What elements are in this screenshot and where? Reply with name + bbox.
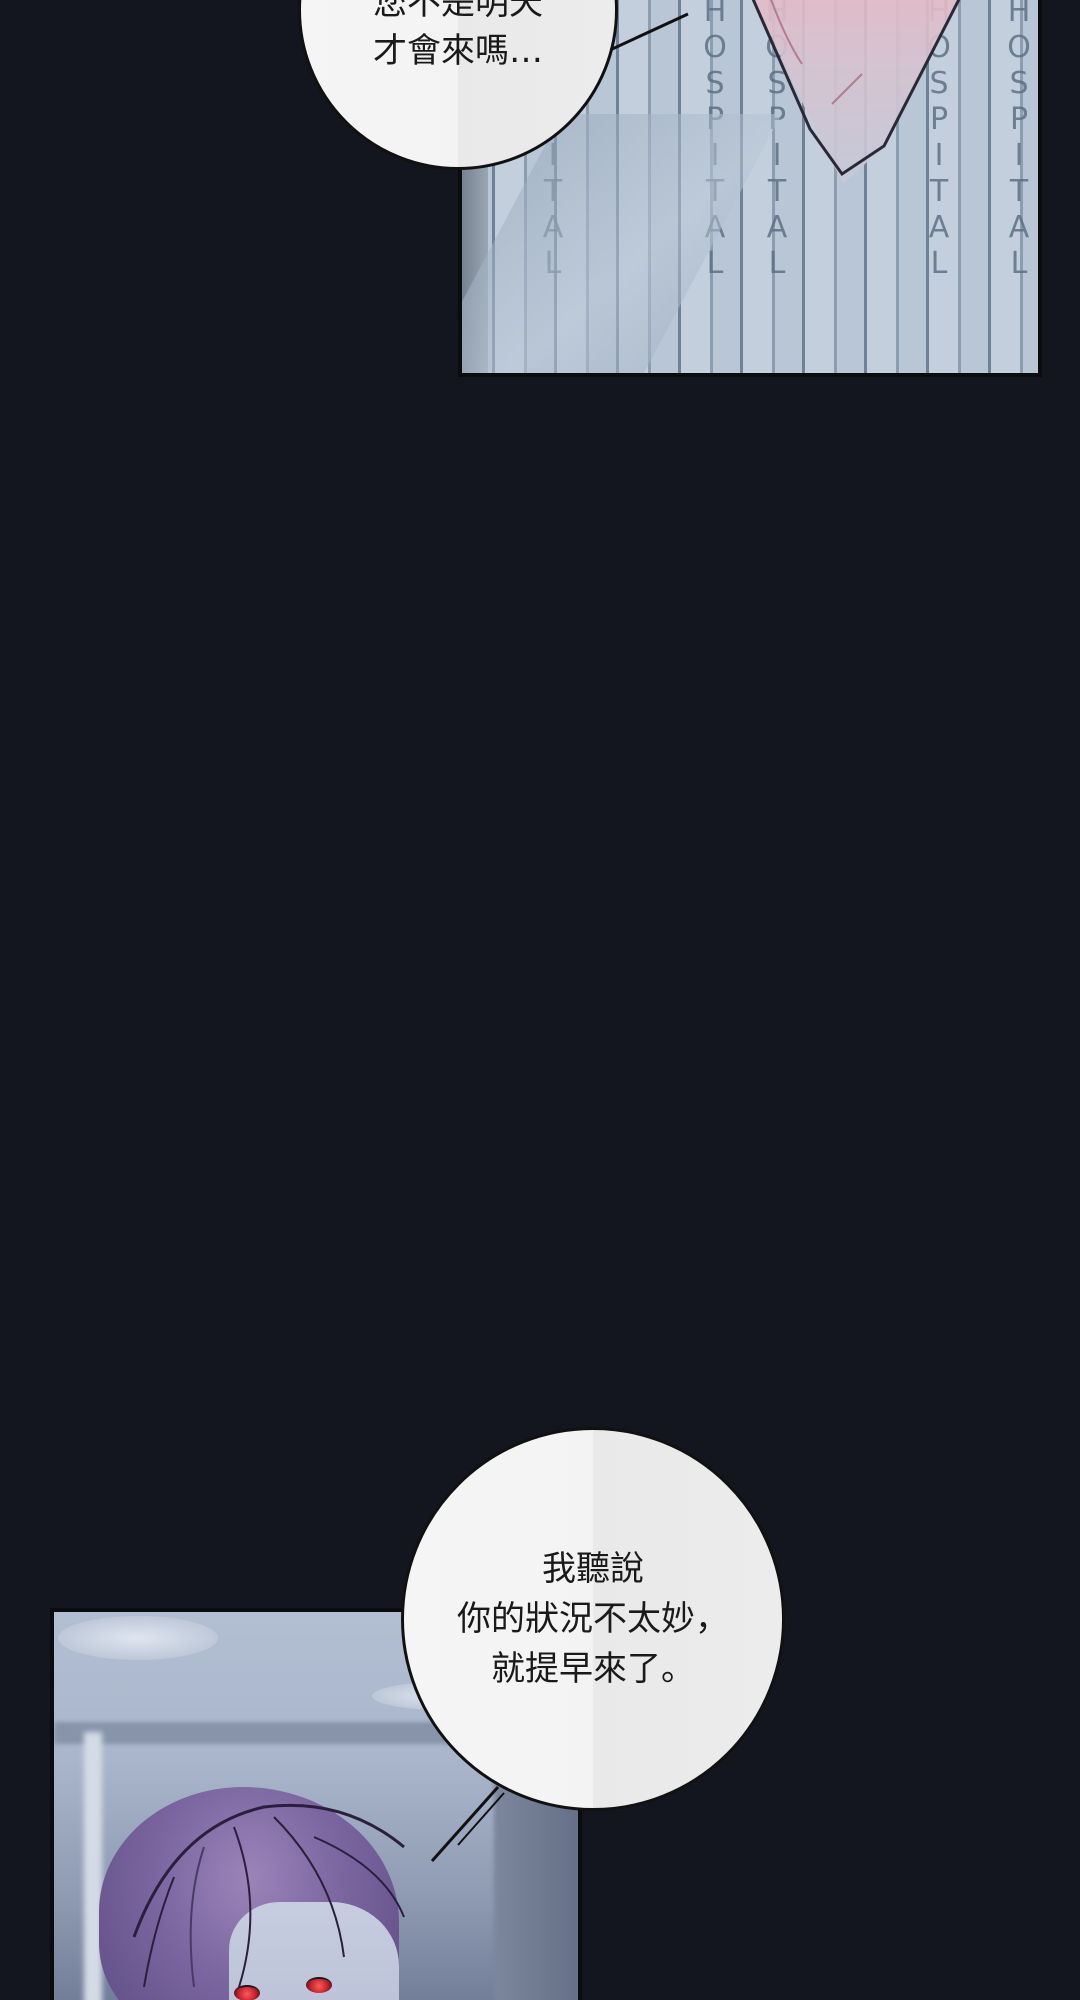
speech-bubble-bottom: 我聽說 你的狀況不太妙， 就提早來了。 (401, 1427, 785, 1811)
speech-text: 我聽說 你的狀況不太妙， 就提早來了。 (457, 1549, 729, 1689)
gown-print-text: HOSPITAL (1007, 0, 1031, 281)
character-eye-left (234, 1985, 260, 2000)
ceiling-light (58, 1616, 218, 1660)
neck-outline (751, 0, 961, 177)
speech-text: 您不是明天 才會來嗎… (373, 0, 543, 71)
door-post (84, 1732, 102, 2000)
comic-page: HOSPITAL HOSPITAL HOSPITAL HOSPITAL HOSP… (0, 0, 1080, 2000)
hair-strands (132, 1803, 405, 1987)
character-eye-right (306, 1977, 332, 1993)
